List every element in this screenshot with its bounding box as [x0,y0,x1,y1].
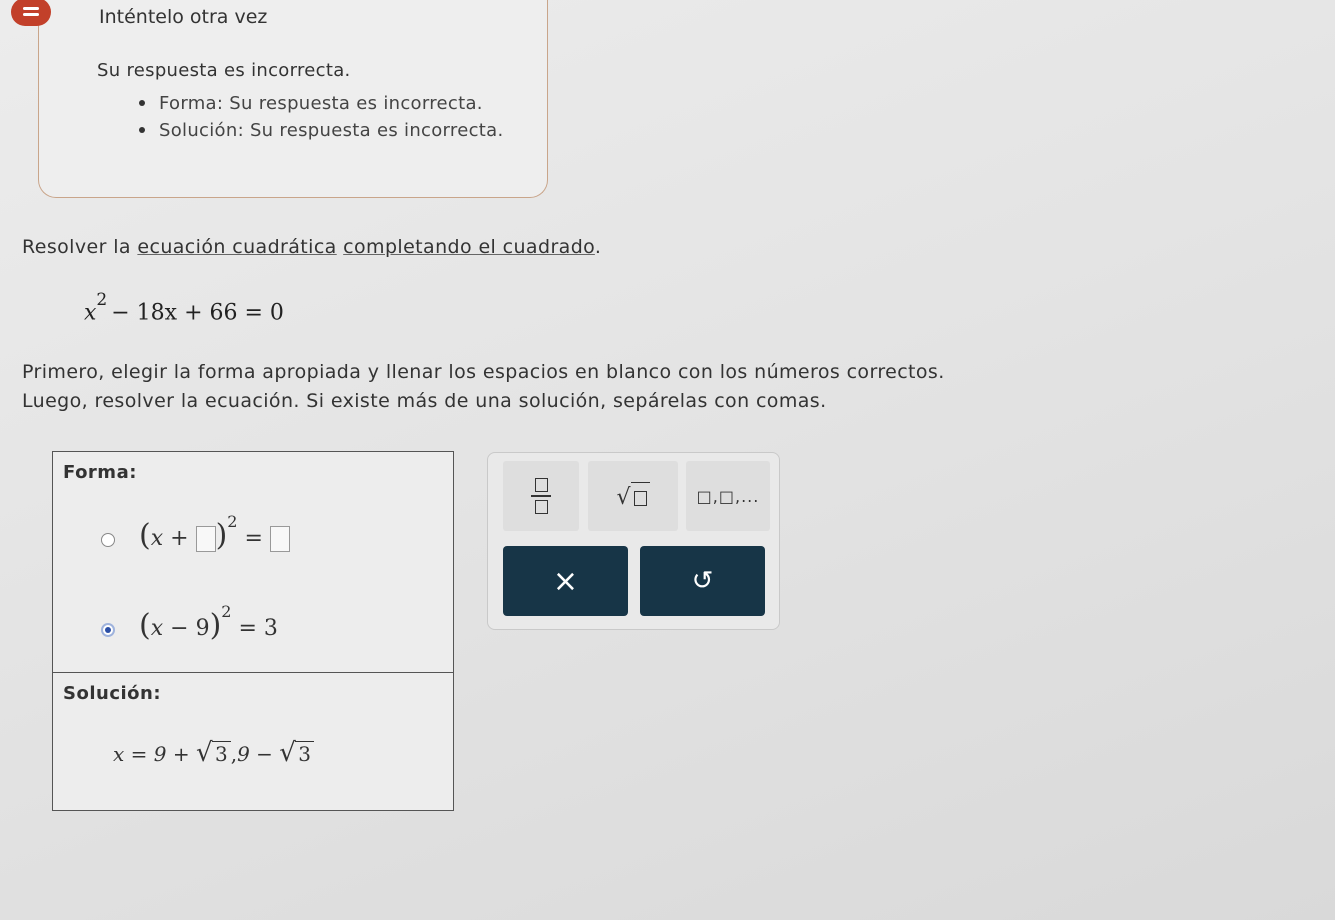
form-option-2: (x − 9)2 = 3 [139,602,278,643]
instructions: Primero, elegir la forma apropiada y lle… [22,358,945,416]
instruction-line-2: Luego, resolver la ecuación. Si existe m… [22,390,827,412]
math-toolbar: √ □,□,... × ↺ [487,452,780,630]
clear-button[interactable]: × [503,546,628,616]
link-quadratic-equation[interactable]: ecuación cuadrática [137,236,336,258]
solution-term-b: 9 [237,742,250,766]
fraction-button[interactable] [503,461,579,531]
feedback-message: Su respuesta es incorrecta. [97,60,351,81]
solution-variable: x [113,742,125,766]
solution-term-a: 9 [153,742,167,766]
feedback-panel: Inténtelo otra vez Su respuesta es incor… [11,0,548,198]
exponent: 2 [221,602,232,621]
equation-rest: − 18x + 66 = 0 [111,300,284,326]
open-paren: ( [139,518,151,553]
undo-button[interactable]: ↺ [640,546,765,616]
close-icon: × [552,563,579,599]
variable-x: x [150,526,164,551]
form-option-2-radio[interactable] [101,623,115,637]
sqrt-button[interactable]: √ [588,461,678,531]
list-icon: □,□,... [696,486,760,506]
option-1-blank-a[interactable] [195,526,216,552]
undo-icon: ↺ [691,566,714,596]
solution-plus: + [172,742,190,766]
solution-input[interactable]: x = 9 + 3,9 − 3 [113,738,315,768]
option-1-blank-b[interactable] [269,526,290,552]
sqrt-icon: √ [616,482,650,510]
solution-equals: = [130,742,148,766]
equation-base: x [84,300,97,326]
feedback-list: Forma: Su respuesta es incorrecta. Soluc… [139,90,504,144]
open-paren: ( [139,608,151,643]
feedback-title: Inténtelo otra vez [99,6,268,28]
form-label: Forma: [63,462,137,483]
close-paren: ) [215,518,228,553]
fraction-icon [531,478,551,514]
problem-equation: x2− 18x + 66 = 0 [84,290,284,326]
operator: + [170,526,189,551]
problem-statement: Resolver la ecuación cuadrática completa… [22,236,601,258]
sqrt-term-2: 3 [279,738,315,768]
radicand-2: 3 [295,741,315,766]
equals: = [238,616,257,641]
link-completing-square[interactable]: completando el cuadrado [343,236,595,258]
solution-label: Solución: [63,683,162,704]
problem-suffix: . [594,236,602,258]
form-option-1-radio[interactable] [101,533,115,547]
close-paren: ) [209,608,222,643]
feedback-item-solution: Solución: Su respuesta es incorrecta. [139,117,504,144]
operator: − [170,616,189,641]
sqrt-term-1: 3 [196,738,231,768]
equation-exponent: 2 [96,290,108,310]
list-button[interactable]: □,□,... [686,461,770,531]
solution-minus: − [256,742,273,766]
instruction-line-1: Primero, elegir la forma apropiada y lle… [22,361,945,383]
radicand-1: 3 [211,741,231,766]
exponent: 2 [227,512,238,531]
answer-panel: Forma: (x + )2 = (x − 9)2 = 3 Solución: … [52,451,454,811]
variable-x: x [150,616,164,641]
equals: = [244,526,263,551]
option-2-value-b[interactable]: 3 [264,616,278,641]
feedback-item-form: Forma: Su respuesta es incorrecta. [139,90,504,117]
option-2-value-a[interactable]: 9 [196,616,210,641]
feedback-speech-icon [11,0,51,26]
form-option-1: (x + )2 = [139,512,290,553]
section-divider [53,672,453,673]
problem-prefix: Resolver la [22,236,138,258]
